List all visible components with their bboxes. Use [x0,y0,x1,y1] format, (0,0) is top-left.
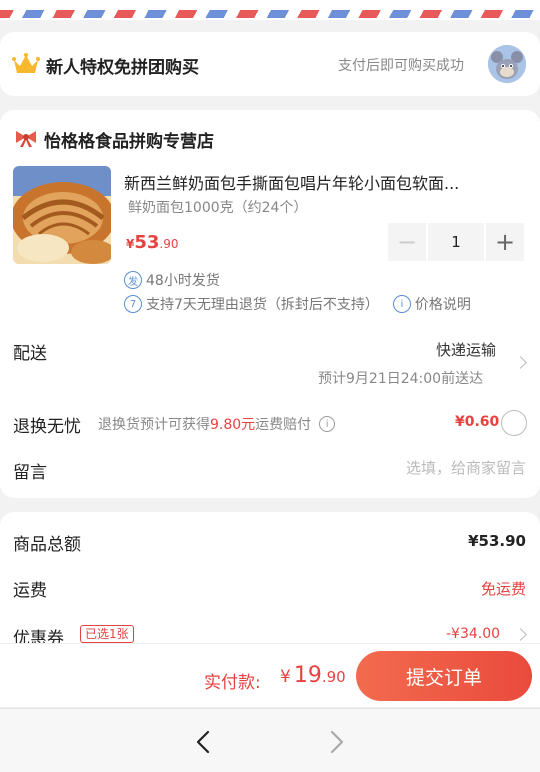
quantity-value[interactable]: 1 [428,223,484,261]
freight-label: 运费 [13,581,47,601]
coupon-tag: 已选1张 [80,625,134,643]
return-badge-text: 支持7天无理由退货（拆封后不支持） [146,297,379,313]
delivery-method[interactable]: 快递运输 [436,339,496,360]
pay-label: 实付款: [204,673,261,693]
chevron-right-icon[interactable] [514,628,527,641]
promo-note: 支付后即可购买成功 [338,58,464,74]
worry-desc-suffix: 运费赔付 [255,417,312,433]
pay-amount: ¥19.90 [280,663,346,688]
return-badge-icon: 7 [124,295,142,313]
worry-desc-prefix: 退换货预计可获得 [98,417,210,433]
quantity-stepper: − 1 + [388,223,526,261]
return-badge-row: 7 支持7天无理由退货（拆封后不支持） i 价格说明 [124,294,471,314]
ship-badge-icon: 发 [124,271,142,289]
total-label: 商品总额 [13,535,81,555]
shop-name[interactable]: 怡格格食品拼购专营店 [44,127,214,152]
increase-button[interactable]: + [486,223,524,261]
avatar-cartoon-icon [488,45,526,83]
promo-card: 新人特权免拼团购买 支付后即可购买成功 [0,32,540,96]
message-label: 留言 [13,463,47,483]
forward-arrow-icon[interactable] [322,729,352,755]
checkout-bar: 实付款: ¥19.90 提交订单 [0,643,540,707]
worry-free-desc: 退换货预计可获得 9.80元 运费赔付 i [98,414,336,434]
back-arrow-icon[interactable] [188,729,218,755]
ship-badge-text: 48小时发货 [146,273,220,289]
pay-integer: 19 [293,663,322,688]
airmail-border [0,0,540,20]
worry-free-price: ¥0.60 [455,414,500,430]
airmail-stripes [0,10,540,18]
shipping-badge-row: 发 48小时发货 [124,270,220,290]
product-name[interactable]: 新西兰鲜奶面包手撕面包唱片年轮小面包软面... [124,170,516,194]
pay-symbol: ¥ [280,667,291,687]
delivery-eta: 预计9月21日24:00前送达 [318,371,484,387]
worry-free-label: 退换无忧 [13,417,81,437]
summary-card: 商品总额 ¥53.90 运费 免运费 优惠券 已选1张 -¥34.00 [0,512,540,662]
product-spec: 鲜奶面包1000克（约24个） [128,200,308,216]
avatar [488,45,526,83]
chevron-right-icon[interactable] [514,356,527,369]
worry-free-radio[interactable] [501,410,527,436]
order-card: 怡格格食品拼购专营店 新西兰鲜奶面包手撕面包唱片年轮小面包软面... 鲜奶面包1… [0,110,540,498]
bread-image [13,166,111,264]
total-value: ¥53.90 [468,532,526,550]
crown-icon [12,53,40,73]
price-decimal: .90 [159,237,179,251]
info-icon[interactable]: i [319,416,336,432]
message-input[interactable] [380,459,526,477]
product-price: ¥53.90 [126,232,179,253]
info-icon[interactable]: i [392,295,411,313]
submit-order-button[interactable]: 提交订单 [356,651,532,701]
pay-decimal: .90 [321,668,346,686]
worry-desc-amount: 9.80元 [210,417,256,433]
price-integer: 53 [134,232,160,253]
promo-title: 新人特权免拼团购买 [46,58,199,78]
delivery-label: 配送 [13,344,47,364]
product-image[interactable] [13,166,111,264]
bow-icon [16,131,36,147]
price-info-link[interactable]: 价格说明 [415,294,471,314]
freight-value: 免运费 [480,580,526,598]
browser-nav-bar [0,708,540,772]
decrease-button[interactable]: − [388,223,426,261]
coupon-value[interactable]: -¥34.00 [446,626,500,642]
